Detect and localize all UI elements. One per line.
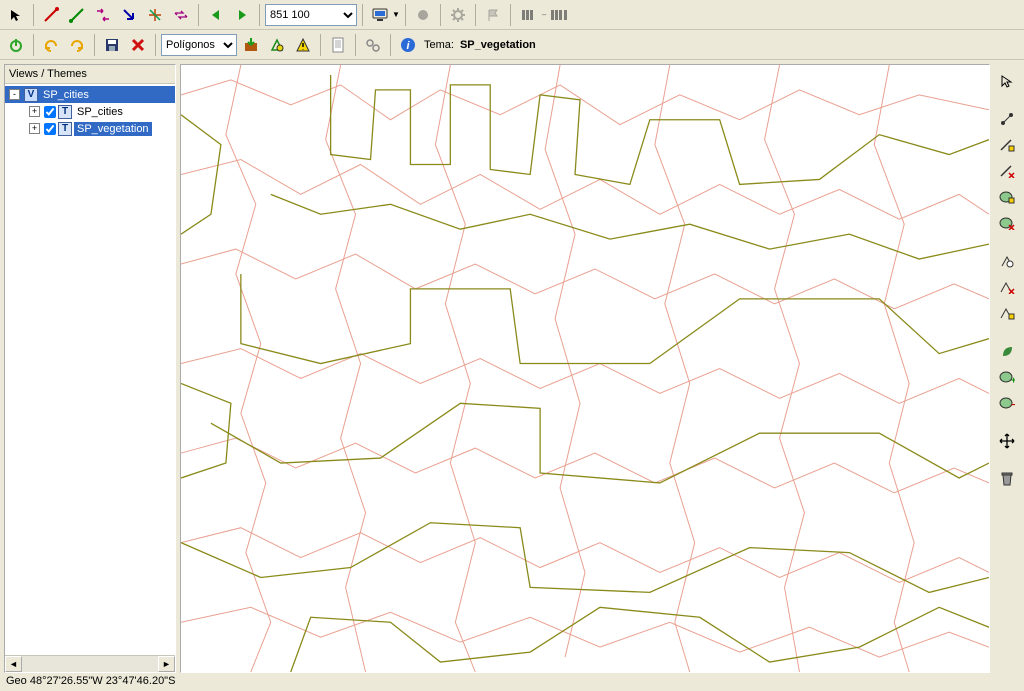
polygon-add-icon[interactable] <box>996 186 1018 208</box>
edge-remove-icon[interactable] <box>996 160 1018 182</box>
three-bars-icon[interactable] <box>516 3 540 27</box>
tree-label: SP_cities <box>40 88 92 102</box>
separator <box>355 34 356 56</box>
multi-arrow-icon[interactable] <box>143 3 167 27</box>
pointer-icon[interactable] <box>4 3 28 27</box>
right-toolbar: + − <box>994 64 1020 673</box>
layer-sp-vegetation <box>181 75 989 672</box>
separator <box>94 34 95 56</box>
theme-icon: T <box>58 105 72 119</box>
separator <box>320 34 321 56</box>
edit-select-icon[interactable] <box>996 250 1018 272</box>
pen-red-icon[interactable] <box>39 3 63 27</box>
gear-icon[interactable] <box>446 3 470 27</box>
separator <box>475 4 476 26</box>
connect-points-icon[interactable] <box>996 108 1018 130</box>
polygon-remove-icon[interactable] <box>996 212 1018 234</box>
monitor-icon[interactable] <box>368 3 392 27</box>
dropdown-arrow-icon[interactable]: ▼ <box>392 10 400 19</box>
arrow-down-right-icon[interactable] <box>117 3 141 27</box>
info-icon[interactable]: i <box>396 33 420 57</box>
map-canvas[interactable] <box>180 64 990 673</box>
toolbar-main: 851 100 ▼ – <box>0 0 1024 30</box>
status-bar: Geo 48°27'26.55"W 23°47'46.20"S <box>0 673 1024 691</box>
layer-checkbox[interactable] <box>44 123 56 135</box>
leaf-icon[interactable] <box>996 340 1018 362</box>
tree-node-theme[interactable]: + T SP_vegetation <box>5 120 175 137</box>
tree-label: SP_vegetation <box>74 122 152 136</box>
geom-tool-icon[interactable] <box>265 33 289 57</box>
tree-node-theme[interactable]: + T SP_cities <box>5 103 175 120</box>
separator <box>362 4 363 26</box>
expand-icon[interactable]: - <box>9 89 20 100</box>
import-icon[interactable] <box>239 33 263 57</box>
undo-icon[interactable] <box>39 33 63 57</box>
swap-icon[interactable] <box>169 3 193 27</box>
separator <box>510 4 511 26</box>
three-bars-group-icon[interactable] <box>548 3 572 27</box>
scroll-right-icon[interactable]: ► <box>158 656 175 672</box>
polygon-add2-icon[interactable]: + <box>996 366 1018 388</box>
trash-icon[interactable] <box>996 468 1018 490</box>
geometry-combo[interactable]: Polígonos <box>161 34 237 56</box>
flag-icon[interactable] <box>481 3 505 27</box>
edit-modify-icon[interactable] <box>996 302 1018 324</box>
gears-icon[interactable] <box>361 33 385 57</box>
document-icon[interactable] <box>326 33 350 57</box>
edge-add-icon[interactable] <box>996 134 1018 156</box>
separator <box>33 34 34 56</box>
theme-icon: T <box>58 122 72 136</box>
separator <box>259 4 260 26</box>
layer-checkbox[interactable] <box>44 106 56 118</box>
scroll-left-icon[interactable]: ◄ <box>5 656 22 672</box>
separator <box>390 34 391 56</box>
move-icon[interactable] <box>996 430 1018 452</box>
views-themes-panel: Views / Themes - V SP_cities + T SP_citi… <box>4 64 176 673</box>
pen-green-icon[interactable] <box>65 3 89 27</box>
tree-node-view[interactable]: - V SP_cities <box>5 86 175 103</box>
toolbar-edit: Polígonos i Tema: SP_vegetation <box>0 30 1024 60</box>
layer-tree[interactable]: - V SP_cities + T SP_cities + T SP_veget… <box>5 84 175 655</box>
layer-sp-cities <box>181 65 989 672</box>
tree-label: SP_cities <box>74 105 126 119</box>
svg-text:+: + <box>1011 375 1015 384</box>
sidebar-hscroll[interactable]: ◄ ► <box>5 655 175 672</box>
tema-value: SP_vegetation <box>460 39 536 51</box>
views-themes-title: Views / Themes <box>5 65 175 84</box>
save-icon[interactable] <box>100 33 124 57</box>
separator <box>198 4 199 26</box>
dash-indicator: – <box>542 10 546 19</box>
edit-delete-icon[interactable] <box>996 276 1018 298</box>
scroll-track[interactable] <box>22 656 158 672</box>
warning-icon[interactable] <box>291 33 315 57</box>
status-coords: Geo 48°27'26.55"W 23°47'46.20"S <box>6 675 175 687</box>
map-svg[interactable] <box>181 65 989 672</box>
scale-combo[interactable]: 851 100 <box>265 4 357 26</box>
expand-icon[interactable]: + <box>29 106 40 117</box>
redo-icon[interactable] <box>65 33 89 57</box>
tema-label: Tema: <box>424 39 454 51</box>
delete-icon[interactable] <box>126 33 150 57</box>
link-arrows-icon[interactable] <box>91 3 115 27</box>
separator <box>155 34 156 56</box>
circle-icon[interactable] <box>411 3 435 27</box>
forward-icon[interactable] <box>230 3 254 27</box>
separator <box>33 4 34 26</box>
separator <box>405 4 406 26</box>
expand-icon[interactable]: + <box>29 123 40 134</box>
polygon-del2-icon[interactable]: − <box>996 392 1018 414</box>
power-icon[interactable] <box>4 33 28 57</box>
separator <box>440 4 441 26</box>
cursor-icon[interactable] <box>996 70 1018 92</box>
view-icon: V <box>24 88 38 102</box>
svg-text:−: − <box>1011 400 1015 410</box>
back-icon[interactable] <box>204 3 228 27</box>
